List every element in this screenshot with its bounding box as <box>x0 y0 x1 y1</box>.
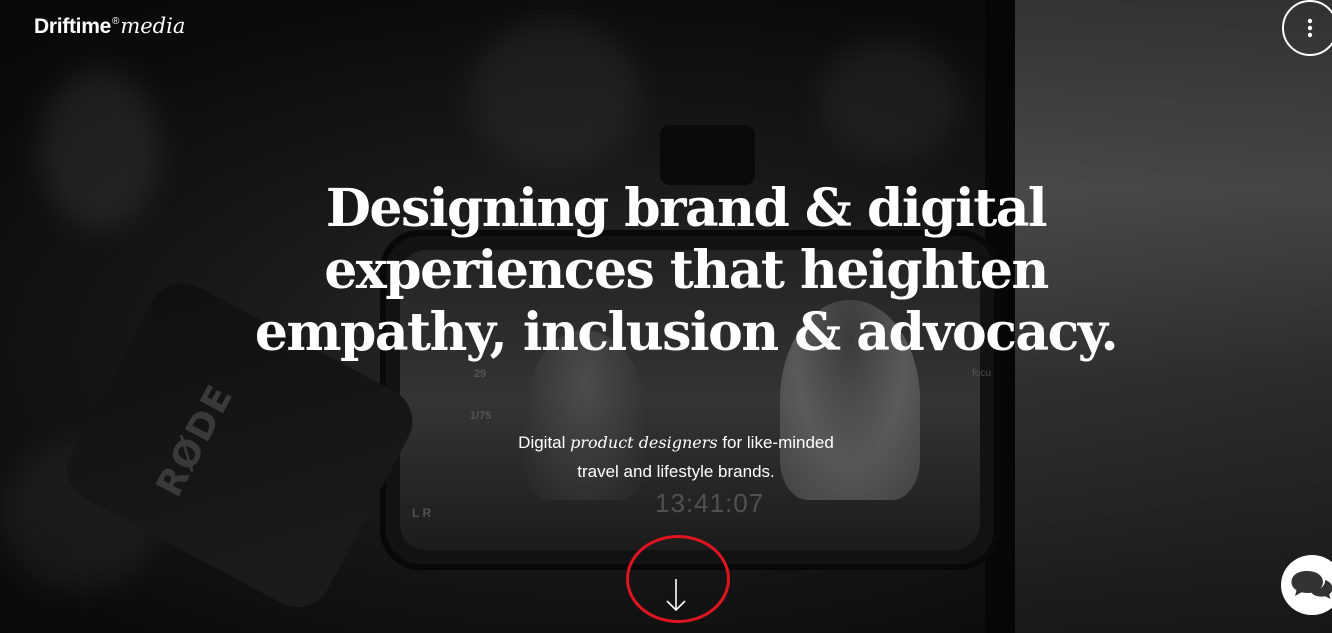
logo-brand: Driftime <box>34 15 111 38</box>
vertical-dots-icon <box>1307 18 1313 38</box>
hero-section: RØDE 13:41:07 29 1/75 focu L R Driftime … <box>0 0 1332 633</box>
headline-line: Designing brand & digital <box>325 178 1048 239</box>
subtitle-suffix: for like-minded <box>717 433 834 452</box>
subtitle-emphasis: product designers <box>570 433 718 452</box>
hero-headline: Designing brand & digital experiences th… <box>166 178 1206 364</box>
logo-suffix: media <box>120 14 186 38</box>
menu-button[interactable] <box>1282 0 1332 56</box>
headline-line: experiences that heighten <box>324 240 1049 301</box>
arrow-down-icon <box>666 579 686 612</box>
subtitle-prefix: Digital <box>518 433 571 452</box>
hero-subtitle: Digital product designers for like-minde… <box>466 428 886 486</box>
logo-registered-mark: ® <box>111 16 120 27</box>
chat-bubbles-icon <box>1291 571 1332 599</box>
scroll-down-button[interactable] <box>652 570 700 620</box>
subtitle-line2: travel and lifestyle brands. <box>577 462 775 481</box>
site-logo[interactable]: Driftime ® media <box>34 14 185 39</box>
headline-line: empathy, inclusion & advocacy. <box>254 302 1119 363</box>
